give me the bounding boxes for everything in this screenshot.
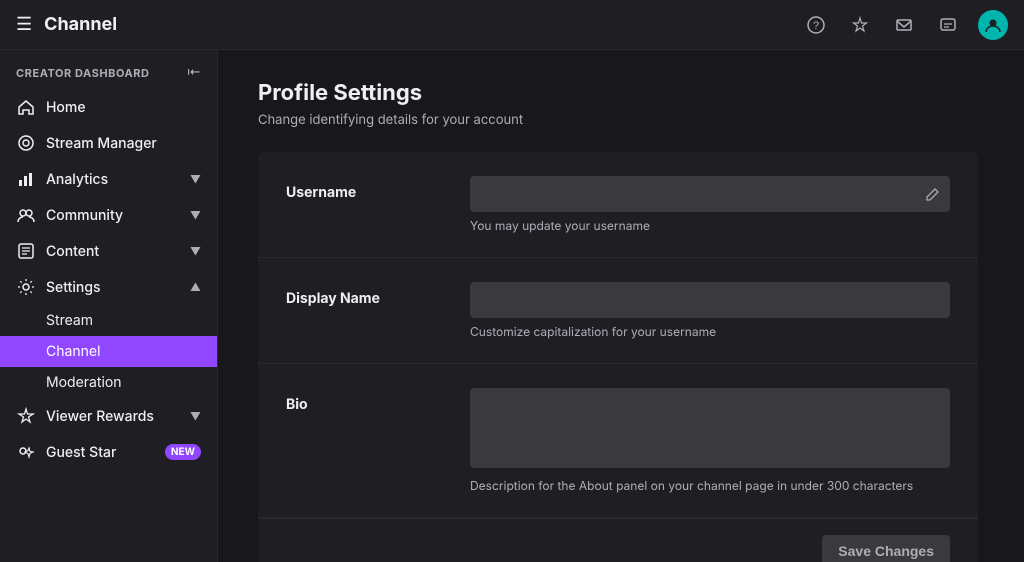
sidebar-header: Creator Dashboard ⇤: [0, 50, 217, 89]
sidebar-subitem-stream[interactable]: Stream: [0, 305, 217, 336]
sidebar-channel-label: Channel: [46, 343, 100, 360]
page-title: Profile Settings: [258, 80, 978, 106]
sidebar-item-stream-manager[interactable]: Stream Manager: [0, 125, 217, 161]
sidebar-collapse-icon[interactable]: ⇤: [187, 64, 201, 81]
sidebar-moderation-label: Moderation: [46, 374, 122, 391]
username-input-wrapper: [470, 176, 950, 212]
display-name-hint: Customize capitalization for your userna…: [470, 324, 950, 339]
stream-manager-icon: [16, 133, 36, 153]
bio-field[interactable]: [470, 388, 950, 468]
sidebar-stream-manager-label: Stream Manager: [46, 135, 201, 152]
display-name-row: Display Name Customize capitalization fo…: [258, 258, 978, 364]
sidebar-item-analytics[interactable]: Analytics ▼: [0, 161, 217, 197]
settings-icon: [16, 277, 36, 297]
mail-icon[interactable]: [890, 11, 918, 39]
bio-hint: Description for the About panel on your …: [470, 478, 950, 493]
display-name-input-container: Customize capitalization for your userna…: [470, 282, 950, 339]
sidebar-home-label: Home: [46, 99, 201, 116]
display-name-input-wrapper: [470, 282, 950, 318]
sidebar-guest-star-label: Guest Star: [46, 444, 149, 461]
sidebar-header-label: Creator Dashboard: [16, 66, 150, 80]
username-edit-button[interactable]: [925, 187, 940, 202]
avatar[interactable]: [978, 10, 1008, 40]
sidebar-item-viewer-rewards[interactable]: Viewer Rewards ▼: [0, 398, 217, 434]
menu-icon[interactable]: ☰: [16, 14, 32, 35]
bio-input-container: Description for the About panel on your …: [470, 388, 950, 493]
username-row: Username You may update your username: [258, 152, 978, 258]
display-name-label: Display Name: [286, 282, 446, 307]
page-subtitle: Change identifying details for your acco…: [258, 112, 978, 128]
username-label: Username: [286, 176, 446, 201]
analytics-icon: [16, 169, 36, 189]
topbar-left: ☰ Channel: [16, 14, 802, 35]
sidebar-community-label: Community: [46, 207, 180, 224]
topbar-right: ?: [802, 10, 1008, 40]
svg-text:?: ?: [813, 20, 819, 32]
username-input-container: You may update your username: [470, 176, 950, 233]
sidebar-item-guest-star[interactable]: Guest Star NEW: [0, 434, 217, 470]
sidebar-analytics-label: Analytics: [46, 171, 180, 188]
settings-chevron-icon: ▲: [190, 280, 201, 294]
save-row: Save Changes: [258, 518, 978, 562]
community-chevron-icon: ▼: [190, 208, 201, 222]
topbar: ☰ Channel ?: [0, 0, 1024, 50]
topbar-title: Channel: [44, 14, 117, 35]
sidebar-item-settings[interactable]: Settings ▲: [0, 269, 217, 305]
username-hint: You may update your username: [470, 218, 950, 233]
guest-star-badge: NEW: [165, 444, 201, 460]
magic-icon[interactable]: [846, 11, 874, 39]
sidebar-content-label: Content: [46, 243, 180, 260]
sidebar-viewer-rewards-label: Viewer Rewards: [46, 408, 180, 425]
sidebar-subitem-moderation[interactable]: Moderation: [0, 367, 217, 398]
viewer-rewards-chevron-icon: ▼: [190, 409, 201, 423]
community-icon: [16, 205, 36, 225]
display-name-field[interactable]: [470, 282, 950, 318]
sidebar-settings-label: Settings: [46, 279, 180, 296]
content-area: Profile Settings Change identifying deta…: [218, 50, 1024, 562]
sidebar-subitem-channel[interactable]: Channel: [0, 336, 217, 367]
save-changes-button[interactable]: Save Changes: [822, 535, 950, 562]
notifications-icon[interactable]: [934, 11, 962, 39]
home-icon: [16, 97, 36, 117]
viewer-rewards-icon: [16, 406, 36, 426]
content-icon: [16, 241, 36, 261]
help-icon[interactable]: ?: [802, 11, 830, 39]
sidebar-item-home[interactable]: Home: [0, 89, 217, 125]
sidebar-stream-label: Stream: [46, 312, 93, 329]
sidebar: Creator Dashboard ⇤ Home Stream Manager: [0, 50, 218, 562]
sidebar-item-content[interactable]: Content ▼: [0, 233, 217, 269]
username-field[interactable]: [470, 176, 950, 212]
main-layout: Creator Dashboard ⇤ Home Stream Manager: [0, 50, 1024, 562]
analytics-chevron-icon: ▼: [190, 172, 201, 186]
guest-star-icon: [16, 442, 36, 462]
sidebar-item-community[interactable]: Community ▼: [0, 197, 217, 233]
bio-label: Bio: [286, 388, 446, 413]
bio-row: Bio Description for the About panel on y…: [258, 364, 978, 518]
settings-card: Username You may update your username: [258, 152, 978, 562]
content-chevron-icon: ▼: [190, 244, 201, 258]
profile-settings-container: Profile Settings Change identifying deta…: [218, 50, 1018, 562]
